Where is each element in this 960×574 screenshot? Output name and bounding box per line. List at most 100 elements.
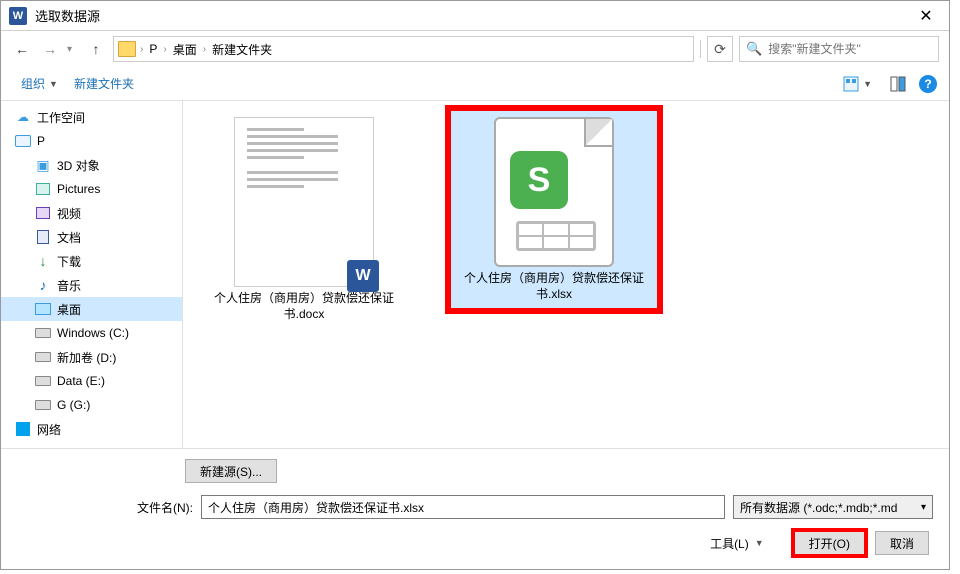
crumb-p[interactable]: P — [147, 42, 159, 56]
open-button[interactable]: 打开(O) — [794, 531, 865, 555]
crumb-desktop[interactable]: 桌面 — [171, 41, 199, 58]
sidebar-item-downloads[interactable]: ↓ 下载 — [1, 249, 182, 273]
preview-pane-button[interactable] — [885, 73, 911, 95]
document-icon — [35, 229, 51, 245]
sidebar-label: G (G:) — [57, 398, 90, 412]
sidebar-label: 桌面 — [57, 301, 81, 318]
sidebar-item-drive-g[interactable]: G (G:) — [1, 393, 182, 417]
up-button[interactable]: ↑ — [85, 38, 107, 60]
drive-icon — [35, 349, 51, 365]
sidebar-item-p[interactable]: P — [1, 129, 182, 153]
chevron-right-icon: › — [140, 44, 143, 55]
organize-menu[interactable]: 组织 ▼ — [13, 71, 66, 96]
sidebar: ☁ 工作空间 P ▣ 3D 对象 Pictures 视频 文档 — [1, 101, 183, 448]
titlebar: W 选取数据源 ✕ — [1, 1, 949, 31]
word-icon: W — [9, 7, 27, 25]
chevron-down-icon: ▼ — [755, 538, 764, 548]
drive-icon — [35, 397, 51, 413]
xlsx-thumbnail: S — [494, 117, 614, 267]
sidebar-item-docs[interactable]: 文档 — [1, 225, 182, 249]
sidebar-label: 3D 对象 — [57, 157, 100, 174]
docx-thumbnail: W — [234, 117, 374, 287]
sidebar-item-drive-c[interactable]: Windows (C:) — [1, 321, 182, 345]
filetype-label: 所有数据源 (*.odc;*.mdb;*.md — [740, 499, 897, 516]
crumb-folder[interactable]: 新建文件夹 — [210, 41, 274, 58]
spreadsheet-badge-icon: S — [510, 151, 568, 209]
sidebar-label: 音乐 — [57, 277, 81, 294]
new-folder-button[interactable]: 新建文件夹 — [66, 71, 142, 96]
forward-button[interactable]: → — [39, 38, 61, 60]
tools-label: 工具(L) — [710, 535, 749, 552]
new-source-button[interactable]: 新建源(S)... — [185, 459, 277, 483]
monitor-icon — [15, 133, 31, 149]
view-mode-button[interactable]: ▼ — [838, 73, 877, 95]
sidebar-label: Windows (C:) — [57, 326, 129, 340]
chevron-down-icon: ▼ — [863, 79, 872, 89]
sidebar-label: Pictures — [57, 182, 100, 196]
navbar: ← → ▾ ↑ › P › 桌面 › 新建文件夹 ⟳ 🔍 — [1, 31, 949, 67]
filename-label: 文件名(N): — [137, 499, 193, 516]
sidebar-item-desktop[interactable]: 桌面 — [1, 297, 182, 321]
filetype-dropdown[interactable]: 所有数据源 (*.odc;*.mdb;*.md ▾ — [733, 495, 933, 519]
sidebar-label: 文档 — [57, 229, 81, 246]
sidebar-item-drive-e[interactable]: Data (E:) — [1, 369, 182, 393]
chevron-right-icon: › — [203, 44, 206, 55]
sidebar-item-drive-d[interactable]: 新加卷 (D:) — [1, 345, 182, 369]
file-item-xlsx[interactable]: S 个人住房（商用房）贷款偿还保证书.xlsx — [449, 109, 659, 310]
video-icon — [35, 205, 51, 221]
cube-icon: ▣ — [35, 157, 51, 173]
sidebar-label: P — [37, 134, 45, 148]
file-item-docx[interactable]: W 个人住房（商用房）贷款偿还保证书.docx — [199, 109, 409, 330]
pictures-icon — [35, 181, 51, 197]
drive-icon — [35, 373, 51, 389]
sidebar-item-workspace[interactable]: ☁ 工作空间 — [1, 105, 182, 129]
chevron-right-icon: › — [163, 44, 166, 55]
sidebar-label: 网络 — [37, 421, 61, 438]
refresh-button[interactable]: ⟳ — [707, 36, 733, 62]
address-bar[interactable]: › P › 桌面 › 新建文件夹 — [113, 36, 694, 62]
file-dialog: W 选取数据源 ✕ ← → ▾ ↑ › P › 桌面 › 新建文件夹 ⟳ 🔍 组… — [0, 0, 950, 570]
sidebar-item-video[interactable]: 视频 — [1, 201, 182, 225]
file-label: 个人住房（商用房）贷款偿还保证书.docx — [207, 291, 401, 322]
chevron-down-icon: ▾ — [921, 502, 926, 513]
chevron-down-icon: ▼ — [49, 79, 58, 89]
divider — [700, 40, 701, 58]
filename-input[interactable] — [201, 495, 725, 519]
sidebar-label: Data (E:) — [57, 374, 105, 388]
help-button[interactable]: ? — [919, 75, 937, 93]
sidebar-item-3d[interactable]: ▣ 3D 对象 — [1, 153, 182, 177]
music-icon: ♪ — [35, 277, 51, 293]
organize-label: 组织 — [21, 75, 45, 92]
word-badge-icon: W — [347, 260, 379, 292]
sidebar-label: 视频 — [57, 205, 81, 222]
back-button[interactable]: ← — [11, 38, 33, 60]
download-icon: ↓ — [35, 253, 51, 269]
new-folder-label: 新建文件夹 — [74, 75, 134, 92]
cloud-icon: ☁ — [15, 109, 31, 125]
toolbar: 组织 ▼ 新建文件夹 ▼ ? — [1, 67, 949, 101]
search-box[interactable]: 🔍 — [739, 36, 939, 62]
sidebar-label: 新加卷 (D:) — [57, 349, 116, 366]
cancel-button[interactable]: 取消 — [875, 531, 929, 555]
preview-icon — [890, 76, 906, 92]
close-button[interactable]: ✕ — [911, 6, 941, 26]
history-dropdown[interactable]: ▾ — [67, 44, 79, 55]
tools-menu[interactable]: 工具(L) ▼ — [710, 535, 764, 552]
window-title: 选取数据源 — [35, 6, 911, 25]
sidebar-item-network[interactable]: 网络 — [1, 417, 182, 441]
sidebar-item-music[interactable]: ♪ 音乐 — [1, 273, 182, 297]
dialog-body: ☁ 工作空间 P ▣ 3D 对象 Pictures 视频 文档 — [1, 101, 949, 448]
sidebar-item-pictures[interactable]: Pictures — [1, 177, 182, 201]
search-input[interactable] — [768, 42, 932, 56]
sidebar-label: 工作空间 — [37, 109, 85, 126]
search-icon: 🔍 — [746, 41, 762, 57]
file-label: 个人住房（商用房）贷款偿还保证书.xlsx — [457, 271, 651, 302]
sidebar-label: 下载 — [57, 253, 81, 270]
folder-icon — [118, 41, 136, 57]
footer: 新建源(S)... 文件名(N): 所有数据源 (*.odc;*.mdb;*.m… — [1, 448, 949, 569]
thumbnails-icon — [843, 76, 859, 92]
network-icon — [15, 421, 31, 437]
drive-icon — [35, 325, 51, 341]
desktop-icon — [35, 301, 51, 317]
file-list: W 个人住房（商用房）贷款偿还保证书.docx S 个人住房（商用房）贷款偿还保… — [183, 101, 949, 448]
